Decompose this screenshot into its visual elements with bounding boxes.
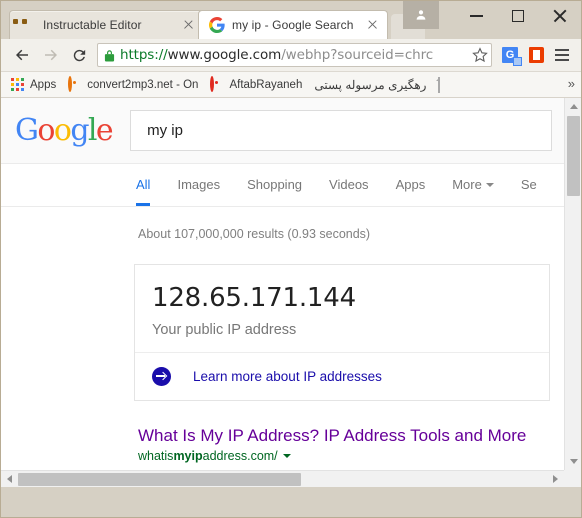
learn-more-link[interactable]: Learn more about IP addresses — [193, 369, 382, 384]
tab-title: Instructable Editor — [43, 18, 142, 32]
bookmarks-overflow-button[interactable]: » — [568, 76, 575, 91]
bookmark-convert2mp3[interactable]: convert2mp3.net - On — [66, 75, 204, 95]
bookmark-label: AftabRayaneh — [229, 78, 303, 91]
chevron-down-icon — [485, 183, 494, 187]
tab-strip: Instructable Editor my ip - Google Searc… — [1, 1, 581, 39]
apps-grid-icon — [11, 77, 25, 92]
chevron-down-icon[interactable] — [282, 453, 291, 458]
address-bar[interactable]: https://www.google.com/webhp?sourceid=ch… — [97, 43, 492, 67]
lock-icon — [104, 49, 115, 62]
horizontal-scrollbar-thumb[interactable] — [18, 473, 301, 486]
url-scheme: https:// — [120, 47, 168, 63]
close-icon[interactable] — [365, 17, 381, 33]
logo-o2: o — [53, 113, 72, 148]
ip-card-body: 128.65.171.144 Your public IP address — [135, 265, 549, 352]
hamburger-menu-icon[interactable] — [549, 42, 575, 68]
google-header: Google my ip — [1, 98, 564, 164]
ip-answer-card: 128.65.171.144 Your public IP address Le… — [134, 264, 550, 401]
browser-tab-instructable-editor[interactable]: Instructable Editor — [9, 10, 204, 39]
instructables-icon — [20, 17, 36, 33]
forward-arrow-icon[interactable] — [36, 41, 65, 69]
avatar[interactable] — [403, 1, 439, 29]
search-nav-tabs: All Images Shopping Videos Apps More Se — [1, 164, 564, 207]
scroll-left-button[interactable] — [1, 471, 18, 487]
ip-address-value: 128.65.171.144 — [152, 283, 356, 313]
scroll-up-button[interactable] — [565, 98, 581, 115]
microsoft-office-extension-icon[interactable] — [523, 42, 549, 68]
tab-title: my ip - Google Search — [232, 18, 354, 32]
result-url-highlight: myip — [173, 448, 203, 463]
learn-more-row[interactable]: Learn more about IP addresses — [135, 351, 549, 400]
ip-address-subtitle: Your public IP address — [152, 321, 297, 338]
search-input[interactable]: my ip — [130, 110, 552, 151]
logo-o1: o — [37, 113, 55, 148]
url-host: www.google.com — [167, 47, 282, 63]
bookmark-label: Apps — [30, 78, 57, 91]
logo-g2: g — [70, 113, 89, 148]
result-url: whatismyipaddress.com/ — [138, 449, 564, 463]
search-input-value: my ip — [147, 122, 183, 139]
bookmark-aftabrayaneh[interactable]: AftabRayaneh — [208, 75, 308, 95]
search-result: What Is My IP Address? IP Address Tools … — [138, 425, 564, 463]
tab-shopping[interactable]: Shopping — [247, 164, 302, 206]
tab-label: Apps — [395, 177, 426, 192]
tab-label: All — [136, 177, 151, 192]
close-window-button[interactable] — [539, 1, 581, 31]
google-translate-extension-icon[interactable]: G — [497, 42, 523, 68]
page-viewport: Google my ip All Images Shopping Videos … — [1, 98, 581, 487]
tab-videos[interactable]: Videos — [329, 164, 369, 206]
window-controls — [403, 1, 581, 35]
tab-label: More — [452, 177, 482, 192]
scroll-down-button[interactable] — [565, 453, 581, 470]
bookmark-postal-tracking[interactable]: رهگیری مرسوله پستی — [312, 75, 451, 95]
result-title-link[interactable]: What Is My IP Address? IP Address Tools … — [138, 425, 564, 447]
maximize-button[interactable] — [497, 1, 539, 31]
convert2mp3-icon — [68, 75, 82, 92]
tab-label: Se — [520, 177, 537, 192]
google-search-page: Google my ip All Images Shopping Videos … — [1, 98, 564, 470]
url-path: /webhp?sourceid=chrc — [281, 47, 434, 63]
url-text: https://www.google.com/webhp?sourceid=ch… — [120, 47, 487, 63]
tab-all[interactable]: All — [136, 164, 151, 206]
horizontal-scrollbar[interactable] — [1, 470, 581, 487]
reload-icon[interactable] — [65, 41, 94, 69]
result-url-suffix: address.com/ — [202, 448, 278, 463]
vertical-scrollbar[interactable] — [564, 98, 581, 470]
browser-toolbar: https://www.google.com/webhp?sourceid=ch… — [1, 39, 581, 72]
aftabrayaneh-icon — [210, 75, 224, 92]
logo-l: l — [87, 113, 98, 148]
vertical-scrollbar-thumb[interactable] — [567, 116, 580, 196]
browser-tab-my-ip-google-search[interactable]: my ip - Google Search — [198, 10, 388, 39]
page-icon — [426, 76, 441, 93]
tab-label: Videos — [329, 177, 369, 192]
bookmark-apps[interactable]: Apps — [9, 75, 62, 95]
arrow-right-circle-icon — [152, 366, 171, 386]
bookmark-label: رهگیری مرسوله پستی — [314, 77, 427, 92]
tab-apps[interactable]: Apps — [396, 164, 426, 206]
minimize-button[interactable] — [455, 1, 497, 31]
back-arrow-icon[interactable] — [7, 41, 36, 69]
result-url-prefix: whatis — [138, 448, 174, 463]
scrollbar-corner — [564, 470, 581, 487]
logo-g: G — [15, 113, 39, 148]
tab-more[interactable]: More — [452, 164, 494, 206]
google-icon — [209, 17, 225, 33]
translate-glyph: G — [502, 47, 522, 66]
browser-window: Instructable Editor my ip - Google Searc… — [0, 0, 582, 518]
tab-label: Shopping — [247, 177, 303, 192]
result-stats: About 107,000,000 results (0.93 seconds) — [138, 227, 371, 241]
tab-images[interactable]: Images — [177, 164, 220, 206]
bookmark-label: convert2mp3.net - On — [87, 78, 199, 91]
star-icon[interactable] — [471, 46, 489, 64]
google-logo[interactable]: Google — [15, 113, 114, 148]
scroll-right-button[interactable] — [547, 471, 564, 487]
bookmarks-bar: Apps convert2mp3.net - On AftabRayaneh ر… — [1, 72, 581, 98]
tab-label: Images — [177, 177, 221, 192]
tab-search-tools[interactable]: Se — [521, 164, 537, 206]
logo-e: e — [95, 113, 114, 148]
close-icon[interactable] — [181, 17, 197, 33]
